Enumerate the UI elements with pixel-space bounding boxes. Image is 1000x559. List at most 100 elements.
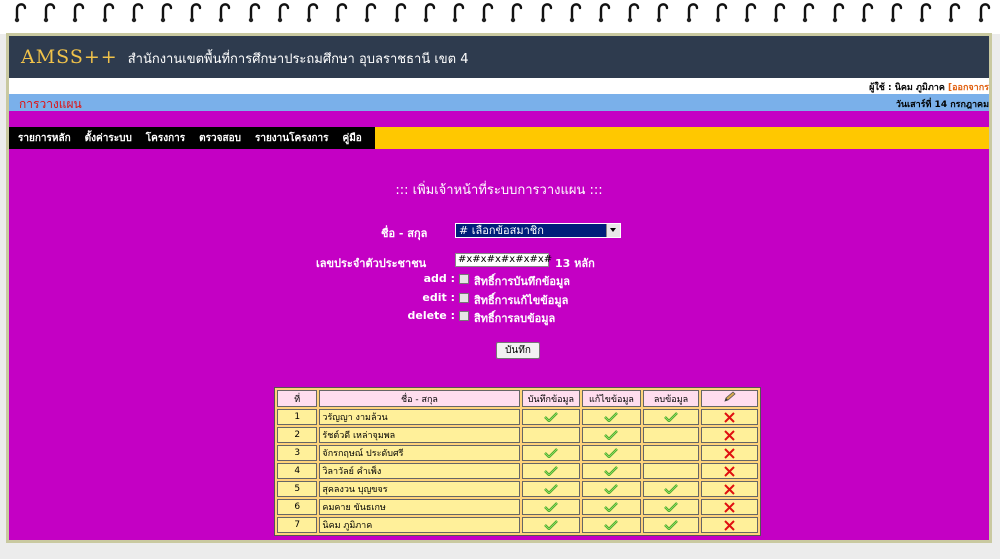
app-window: AMSS++ สำนักงานเขตพื้นที่การศึกษาประถมศึก… [6, 33, 992, 543]
binder-ring-icon [832, 2, 846, 26]
perm-edit [582, 481, 641, 497]
col-no: ที่ [277, 390, 318, 407]
menu-item-check[interactable]: ตรวจสอบ [194, 131, 250, 146]
binder-ring-icon [335, 2, 349, 26]
check-icon [604, 447, 619, 458]
menu-item-main[interactable]: รายการหลัก [13, 131, 80, 146]
perm-edit [582, 499, 641, 515]
member-name: วรัญญา งามล้วน [319, 409, 520, 425]
member-name: รัชต์วดี เหล่าจุมพล [319, 427, 520, 443]
binder-ring-icon [423, 2, 437, 26]
check-icon [543, 483, 558, 494]
binder-ring-icon [656, 2, 670, 26]
binder-ring-icon [248, 2, 262, 26]
perm-delete [642, 499, 700, 515]
perm-delete [642, 463, 700, 479]
member-select[interactable]: # เลือกข้อสมาชิก [455, 223, 621, 238]
members-table: ที่ ชื่อ - สกุล บันทึกข้อมูล แก้ไขข้อมูล… [274, 387, 761, 536]
binder-ring-icon [160, 2, 174, 26]
perm-delete [642, 481, 700, 497]
delete-cell [701, 517, 758, 533]
check-icon [543, 519, 558, 530]
perm-add [521, 445, 581, 461]
table-row: 2 รัชต์วดี เหล่าจุมพล [277, 427, 758, 443]
binder-ring-icon [540, 2, 554, 26]
col-edit: แก้ไขข้อมูล [582, 390, 641, 407]
binder-ring-icon [569, 2, 583, 26]
binder-ring-icon [131, 2, 145, 26]
chevron-down-icon[interactable] [606, 224, 620, 237]
table-row: 7 นิคม ภูมิภาค [277, 517, 758, 533]
delete-icon[interactable] [724, 411, 735, 423]
citizen-id-input[interactable]: #x#x#x#x#x#x# [455, 253, 552, 267]
perm-add [521, 481, 581, 497]
check-icon [604, 501, 619, 512]
perm-delete [642, 427, 700, 443]
edit-checkbox[interactable] [459, 293, 469, 303]
delete-icon[interactable] [724, 465, 735, 477]
delete-cell [701, 427, 758, 443]
module-title: การวางแผน [19, 97, 82, 111]
delete-cell [701, 409, 758, 425]
current-date: วันเสาร์ที่ 14 กรกฎาคม [895, 100, 989, 110]
delete-cell [701, 499, 758, 515]
delete-icon[interactable] [724, 447, 735, 459]
menu-item-manual[interactable]: คู่มือ [338, 131, 371, 146]
pencil-icon [724, 391, 736, 402]
menu-item-projects[interactable]: โครงการ [141, 131, 194, 146]
delete-checkbox[interactable] [459, 311, 469, 321]
module-bar: การวางแผน วันเสาร์ที่ 14 กรกฎาคม [9, 94, 989, 111]
binder-ring-icon [715, 2, 729, 26]
logout-link[interactable]: [ออกจากร [948, 83, 989, 93]
menu-item-project-report[interactable]: รายงานโครงการ [250, 131, 338, 146]
row-number: 5 [277, 481, 318, 497]
member-name: คมคาย ขันธเกษ [319, 499, 520, 515]
org-name: สำนักงานเขตพื้นที่การศึกษาประถมศึกษา อุบ… [127, 52, 469, 67]
check-icon [664, 519, 678, 530]
menu-bar: รายการหลัก ตั้งค่าระบบ โครงการ ตรวจสอบ ร… [9, 127, 989, 149]
table-row: 5 สุคลงวน บุญขจร [277, 481, 758, 497]
col-edit-icon [701, 390, 758, 407]
member-name: จักรกฤษณ์ ประดับศรี [319, 445, 520, 461]
check-icon [664, 483, 678, 494]
binder-ring-icon [802, 2, 816, 26]
row-number: 6 [277, 499, 318, 515]
binder-ring-icon [218, 2, 232, 26]
member-name: สุคลงวน บุญขจร [319, 481, 520, 497]
save-button[interactable]: บันทึก [496, 342, 540, 359]
delete-cell [701, 445, 758, 461]
col-add: บันทึกข้อมูล [521, 390, 581, 407]
user-label: ผู้ใช้ : นิคม ภูมิภาค [869, 83, 945, 93]
perm-add [521, 427, 581, 443]
perm-edit [582, 445, 641, 461]
name-label: ชื่อ - สกุล [381, 227, 428, 240]
delete-icon[interactable] [724, 501, 735, 513]
binder-ring-icon [686, 2, 700, 26]
binder-ring-icon [72, 2, 86, 26]
header: AMSS++ สำนักงานเขตพื้นที่การศึกษาประถมศึก… [9, 36, 989, 94]
perm-add [521, 517, 581, 533]
delete-cell [701, 481, 758, 497]
members-table-body: 1 วรัญญา งามล้วน 2 รัชต์วดี เหล่าจุมพล 3 จักร… [277, 409, 758, 533]
add-checkbox[interactable] [459, 274, 469, 284]
binder-rings [0, 0, 1000, 34]
col-name: ชื่อ - สกุล [319, 390, 520, 407]
main-menu: รายการหลัก ตั้งค่าระบบ โครงการ ตรวจสอบ ร… [9, 127, 375, 149]
binder-ring-icon [306, 2, 320, 26]
user-info: ผู้ใช้ : นิคม ภูมิภาค [ออกจากร [869, 80, 989, 94]
perm-edit [582, 517, 641, 533]
row-number: 7 [277, 517, 318, 533]
member-name: นิคม ภูมิภาค [319, 517, 520, 533]
id-hint: 13 หลัก [555, 257, 595, 270]
delete-icon[interactable] [724, 519, 735, 531]
binder-ring-icon [510, 2, 524, 26]
check-icon [664, 501, 678, 512]
row-number: 3 [277, 445, 318, 461]
binder-ring-icon [364, 2, 378, 26]
delete-icon[interactable] [724, 483, 735, 495]
binder-ring-icon [861, 2, 875, 26]
delete-icon[interactable] [724, 429, 735, 441]
menu-item-settings[interactable]: ตั้งค่าระบบ [80, 131, 141, 146]
binder-ring-icon [452, 2, 466, 26]
form-title: ::: เพิ่มเจ้าหน้าที่ระบบการวางแผน ::: [395, 183, 603, 198]
